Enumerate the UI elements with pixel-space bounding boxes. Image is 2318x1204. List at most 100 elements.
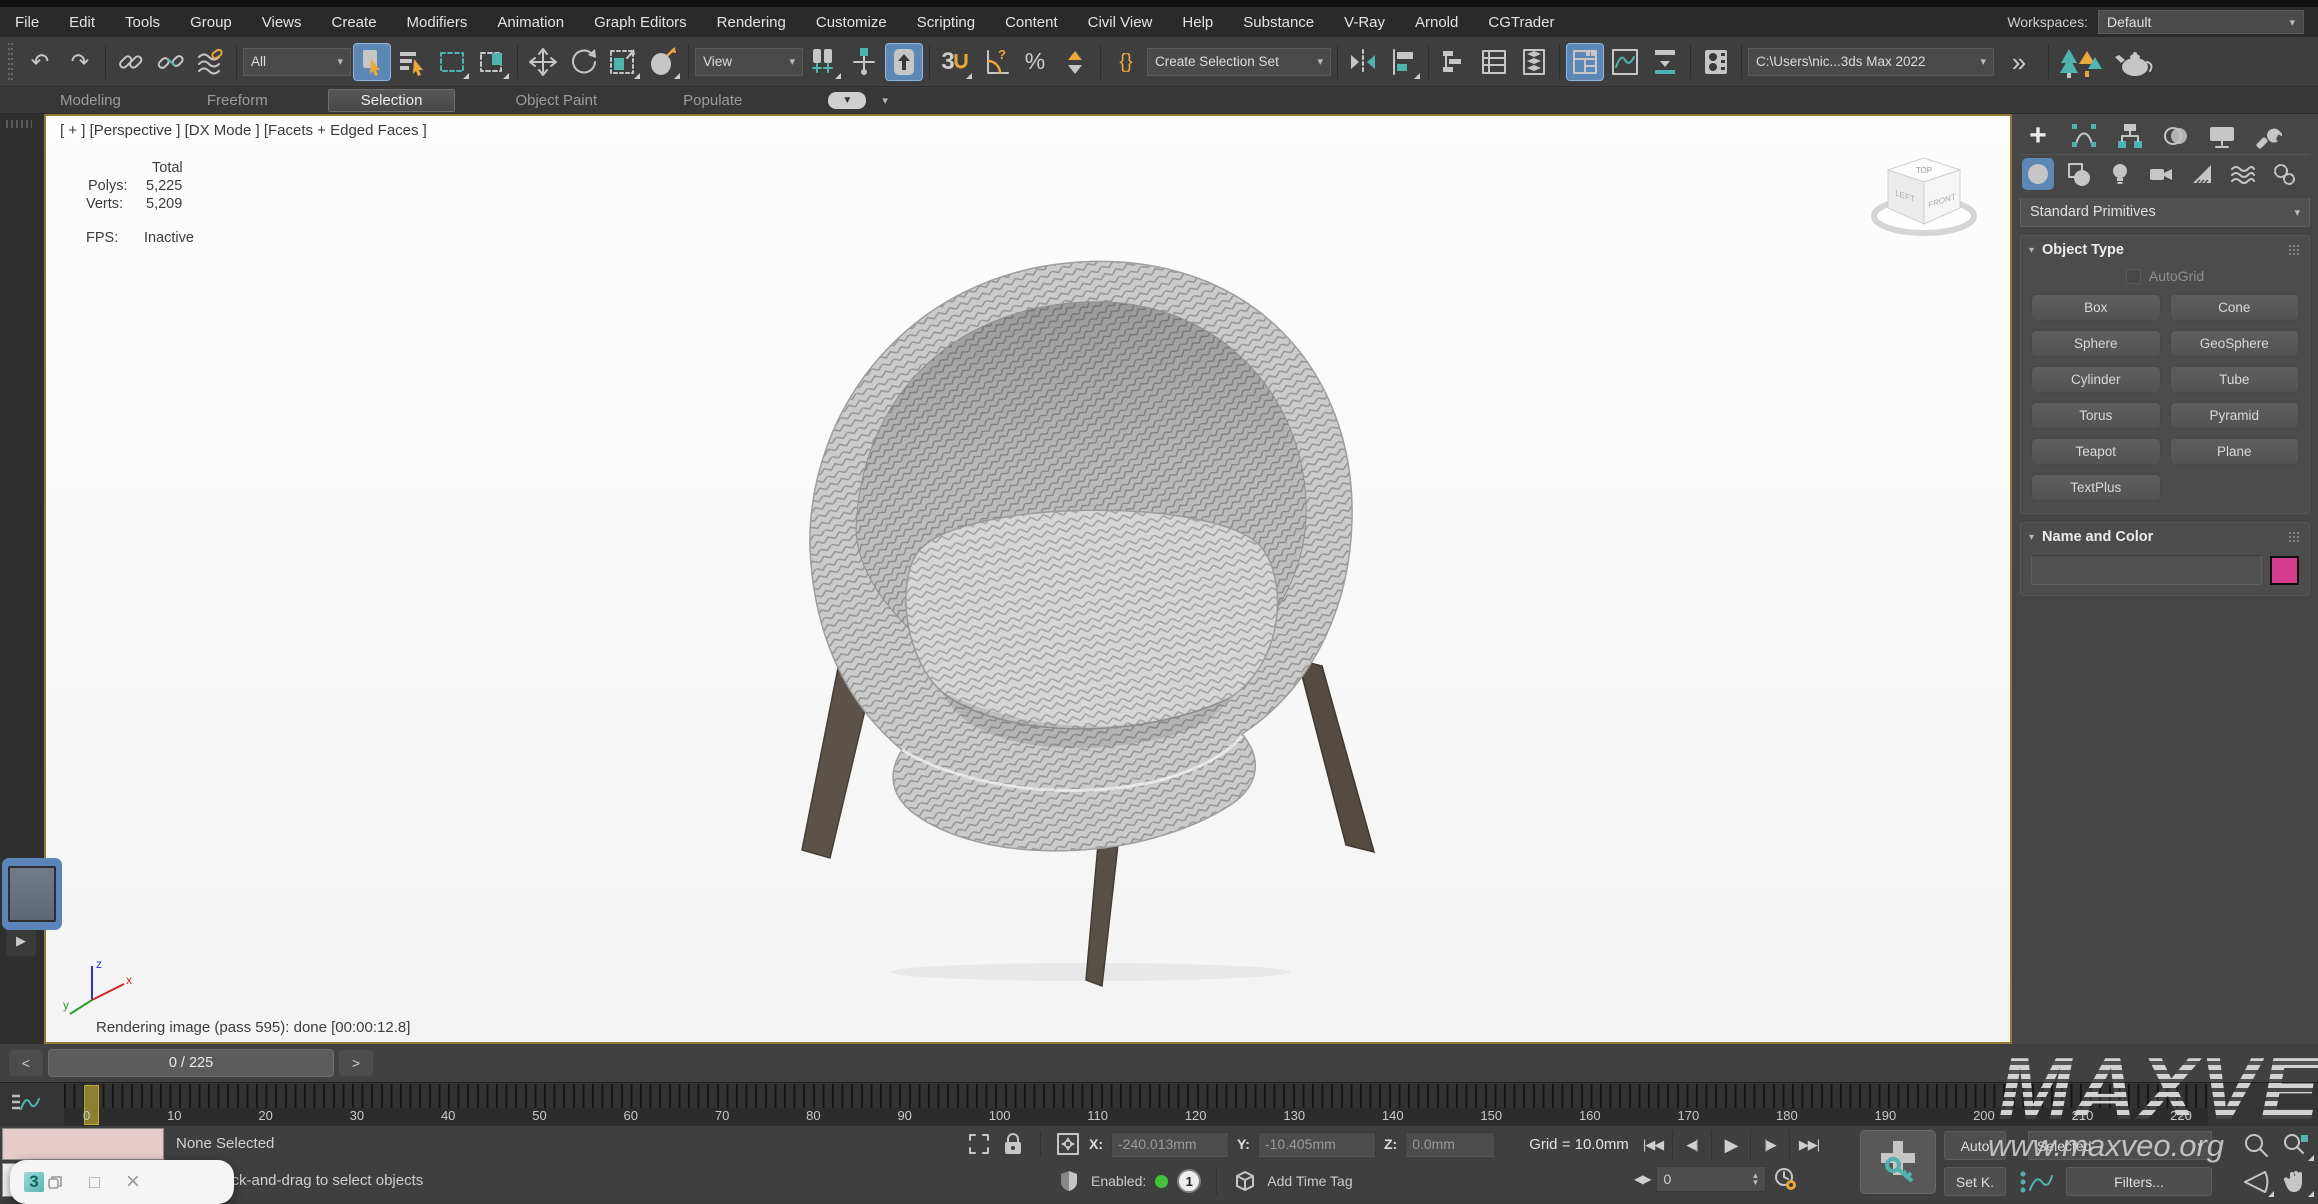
- primitive-button[interactable]: Torus: [2031, 402, 2161, 429]
- menu-item[interactable]: Help: [1167, 7, 1228, 37]
- primitive-button[interactable]: Plane: [2170, 438, 2300, 465]
- key-mode-toggle[interactable]: ◀▶: [1634, 1172, 1650, 1186]
- toggle-scene-explorer-button[interactable]: [1435, 43, 1473, 81]
- set-key-button[interactable]: Set K.: [1944, 1167, 2006, 1196]
- play-button[interactable]: ▶: [1712, 1130, 1751, 1160]
- rectangular-selection-region-button[interactable]: [433, 43, 471, 81]
- shapes-category[interactable]: [2063, 158, 2095, 190]
- reference-coordinate-system-dropdown[interactable]: View▾: [695, 48, 803, 76]
- named-selection-sets-dropdown[interactable]: Create Selection Set▾: [1147, 48, 1331, 76]
- menu-item[interactable]: CGTrader: [1473, 7, 1569, 37]
- copy-icon[interactable]: [47, 1174, 63, 1190]
- object-color-swatch[interactable]: [2270, 556, 2299, 585]
- go-to-start-button[interactable]: |◀◀: [1634, 1130, 1673, 1160]
- layer-stack-icon[interactable]: [1515, 43, 1553, 81]
- current-frame-spinner[interactable]: 0 ▲▼: [1656, 1166, 1766, 1192]
- primitive-button[interactable]: Sphere: [2031, 330, 2161, 357]
- workspace-dropdown[interactable]: Default ▾: [2098, 10, 2304, 34]
- menu-item[interactable]: Modifiers: [392, 7, 483, 37]
- space-warps-category[interactable]: [2227, 158, 2259, 190]
- dock-handle[interactable]: [6, 120, 32, 128]
- timeline-ruler[interactable]: 0102030405060708090100110120130140150160…: [64, 1084, 2208, 1126]
- lights-category[interactable]: [2104, 158, 2136, 190]
- create-tab[interactable]: +: [2022, 120, 2054, 152]
- y-coord-field[interactable]: -10.405mm: [1258, 1132, 1376, 1157]
- ribbon-minimize-button[interactable]: [1646, 43, 1684, 81]
- ribbon-tab[interactable]: Selection: [328, 89, 456, 112]
- menu-item[interactable]: Group: [175, 7, 247, 37]
- next-frame-playback-button[interactable]: |▶: [1751, 1130, 1790, 1160]
- key-filters-button[interactable]: Filters...: [2066, 1167, 2212, 1196]
- primitive-category-dropdown[interactable]: Standard Primitives ▾: [2020, 197, 2310, 227]
- menu-item[interactable]: Content: [990, 7, 1073, 37]
- selection-set-keys-dropdown[interactable]: Selected ▾: [2028, 1131, 2212, 1160]
- previous-frame-button[interactable]: <: [9, 1050, 43, 1076]
- window-crossing-toggle[interactable]: [473, 43, 511, 81]
- previous-frame-playback-button[interactable]: ◀|: [1673, 1130, 1712, 1160]
- close-icon[interactable]: ×: [126, 1168, 140, 1196]
- primitive-button[interactable]: Pyramid: [2170, 402, 2300, 429]
- ribbon-tab[interactable]: Object Paint: [489, 90, 623, 111]
- systems-category[interactable]: [2268, 158, 2300, 190]
- primitive-button[interactable]: Box: [2031, 294, 2161, 321]
- ribbon-collapse-pill[interactable]: ▼: [828, 92, 866, 109]
- object-type-rollout-header[interactable]: ▾ Object Type: [2021, 236, 2309, 264]
- project-folder-dropdown[interactable]: C:\Users\nic...3ds Max 2022▾: [1748, 48, 1994, 76]
- toolbar-overflow-button[interactable]: »: [1996, 43, 2042, 81]
- object-name-field[interactable]: [2031, 555, 2262, 585]
- populate-trees-icon[interactable]: [2055, 43, 2107, 81]
- menu-item[interactable]: Arnold: [1400, 7, 1473, 37]
- toolbar-drag-handle[interactable]: [8, 43, 13, 81]
- go-to-end-button[interactable]: ▶▶|: [1790, 1130, 1828, 1160]
- primitive-button[interactable]: Cone: [2170, 294, 2300, 321]
- modify-tab[interactable]: [2068, 120, 2100, 152]
- select-object-button[interactable]: [353, 43, 391, 81]
- menu-item[interactable]: File: [0, 7, 54, 37]
- auto-key-button[interactable]: Auto: [1944, 1131, 2006, 1160]
- render-setup-teapot-icon[interactable]: [2109, 43, 2161, 81]
- spinner-snap-toggle[interactable]: [1056, 43, 1094, 81]
- ribbon-tab[interactable]: Populate: [657, 90, 768, 111]
- menu-item[interactable]: Substance: [1228, 7, 1329, 37]
- helpers-category[interactable]: [2186, 158, 2218, 190]
- restore-window-icon[interactable]: □: [89, 1172, 100, 1193]
- 3dsmax-taskbar-icon[interactable]: 3: [24, 1172, 44, 1192]
- select-and-place-button[interactable]: [644, 43, 682, 81]
- cameras-category[interactable]: [2145, 158, 2177, 190]
- select-and-rotate-button[interactable]: [564, 43, 602, 81]
- select-and-link-icon[interactable]: [112, 43, 150, 81]
- menu-item[interactable]: V-Ray: [1329, 7, 1400, 37]
- bind-to-space-warp-icon[interactable]: [192, 43, 230, 81]
- keyboard-shortcut-override-toggle[interactable]: [885, 43, 923, 81]
- select-by-name-button[interactable]: [393, 43, 431, 81]
- ribbon-minimize-control[interactable]: ▼ ▾: [828, 92, 888, 109]
- selection-filter-dropdown[interactable]: All▾: [243, 48, 351, 76]
- select-and-move-button[interactable]: [524, 43, 562, 81]
- autogrid-checkbox[interactable]: [2126, 269, 2141, 284]
- field-of-view-icon[interactable]: [2236, 1165, 2276, 1199]
- mirror-button[interactable]: [1344, 43, 1382, 81]
- menu-item[interactable]: Edit: [54, 7, 110, 37]
- menu-item[interactable]: Create: [317, 7, 392, 37]
- pan-hand-icon[interactable]: [2276, 1165, 2316, 1199]
- absolute-mode-transform-icon[interactable]: [1055, 1131, 1081, 1157]
- set-keys-button[interactable]: [1860, 1130, 1936, 1194]
- menu-item[interactable]: Civil View: [1073, 7, 1168, 37]
- add-time-tag-button[interactable]: Add Time Tag: [1267, 1173, 1352, 1189]
- material-editor-button[interactable]: [1697, 43, 1735, 81]
- perspective-viewport[interactable]: [ + ] [Perspective ] [DX Mode ] [Facets …: [44, 114, 2012, 1044]
- menu-item[interactable]: Customize: [801, 7, 902, 37]
- name-color-rollout-header[interactable]: ▾ Name and Color: [2021, 523, 2309, 551]
- menu-item[interactable]: Views: [247, 7, 317, 37]
- angle-snap-toggle[interactable]: ?: [976, 43, 1014, 81]
- menu-item[interactable]: Animation: [482, 7, 579, 37]
- unlink-selection-icon[interactable]: [152, 43, 190, 81]
- snaps-toggle-3d[interactable]: 3: [936, 43, 974, 81]
- ribbon-tab[interactable]: Freeform: [181, 90, 294, 111]
- menu-item[interactable]: Tools: [110, 7, 175, 37]
- display-tab[interactable]: [2206, 120, 2238, 152]
- z-coord-field[interactable]: 0.0mm: [1405, 1132, 1495, 1157]
- primitive-button[interactable]: Cylinder: [2031, 366, 2161, 393]
- toggle-ribbon-button[interactable]: [1566, 43, 1604, 81]
- x-coord-field[interactable]: -240.013mm: [1111, 1132, 1229, 1157]
